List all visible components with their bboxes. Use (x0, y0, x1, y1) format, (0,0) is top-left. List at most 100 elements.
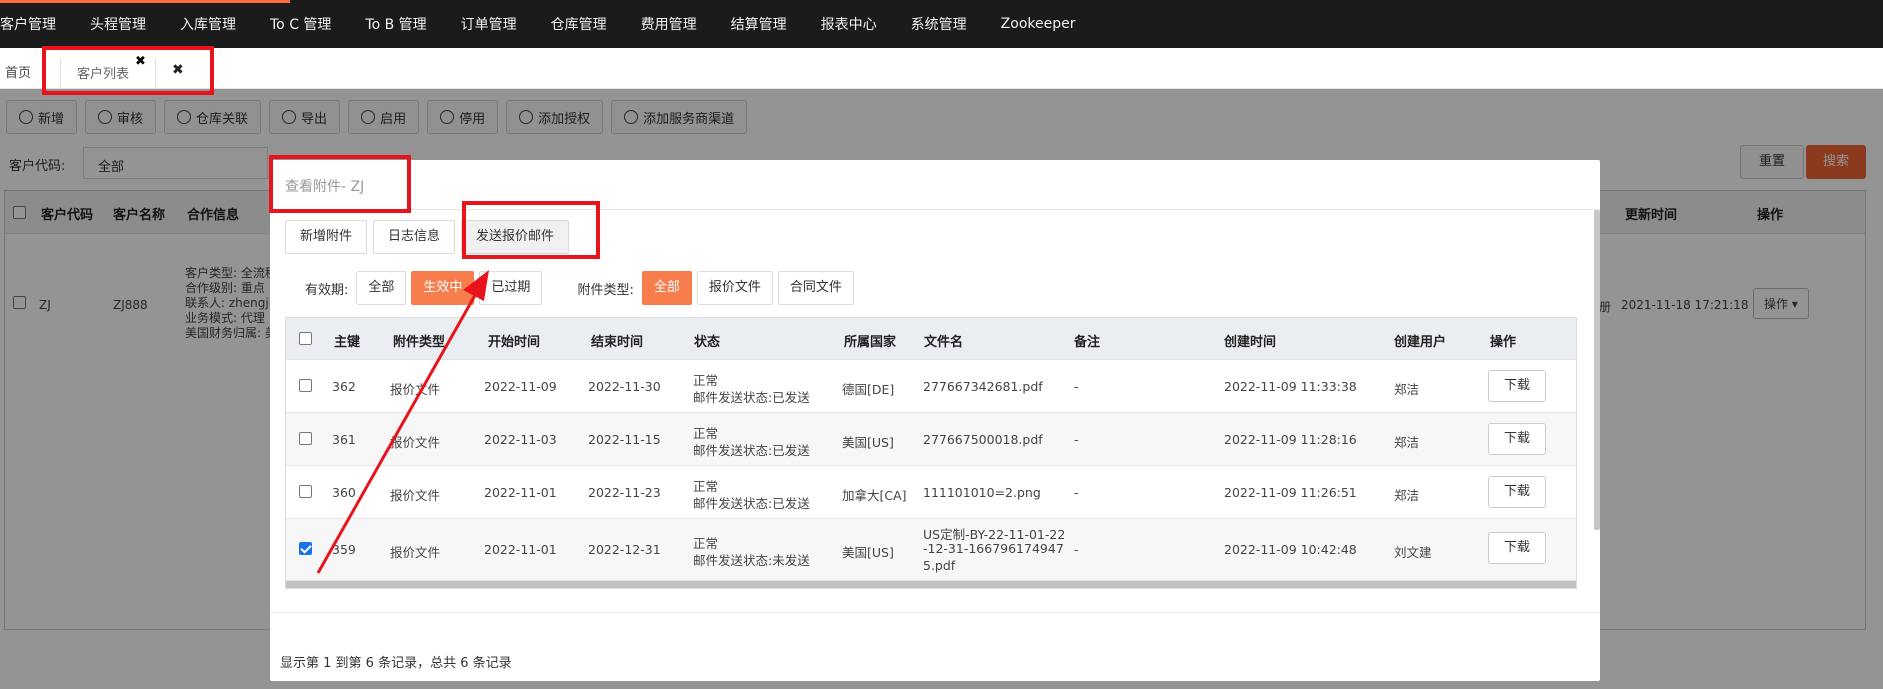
cell-type: 报价文件 (390, 382, 441, 397)
attachment-type-label: 附件类型: (577, 282, 634, 298)
page-tab-bar: 首页 客户列表 ✖ ✖ (0, 48, 1883, 89)
cell-remark: - (1074, 432, 1079, 447)
cell-end: 2022-11-23 (588, 485, 661, 500)
nav-item-first-leg[interactable]: 头程管理 (73, 14, 163, 34)
cell-email-status: 邮件发送状态:已发送 (693, 496, 810, 511)
cell-end: 2022-11-30 (588, 379, 661, 394)
cell-email-status: 邮件发送状态:已发送 (693, 443, 810, 458)
header-created-user: 创建用户 (1394, 335, 1447, 350)
header-file-name: 文件名 (924, 335, 964, 350)
header-id: 主键 (334, 335, 361, 350)
cell-file-name-line3: 5.pdf (923, 558, 956, 573)
validity-label: 有效期: (305, 282, 349, 298)
attachment-filters: 有效期: 全部 生效中 已过期 附件类型: 全部 报价文件 合同文件 (285, 270, 859, 306)
cell-start: 2022-11-03 (484, 432, 557, 447)
header-end-time: 结束时间 (591, 335, 644, 350)
select-all-checkbox[interactable] (299, 332, 312, 345)
table-row: 362 报价文件 2022-11-09 2022-11-30 正常 邮件发送状态… (286, 360, 1576, 413)
type-contract-file-button[interactable]: 合同文件 (777, 271, 854, 305)
cell-remark: - (1074, 485, 1079, 500)
cell-remark: - (1074, 542, 1079, 557)
cell-country: 德国[DE] (842, 382, 895, 397)
nav-item-tob[interactable]: To B 管理 (348, 14, 443, 34)
annotation-box-title (269, 155, 411, 213)
download-button[interactable]: 下载 (1488, 370, 1546, 402)
horizontal-scrollbar[interactable] (286, 581, 1576, 588)
cell-start: 2022-11-01 (484, 542, 557, 557)
annotation-box-tab (42, 46, 214, 95)
cell-id: 359 (332, 542, 356, 557)
nav-item-inbound[interactable]: 入库管理 (163, 14, 253, 34)
row-checkbox-checked[interactable] (299, 542, 312, 555)
validity-expired-button[interactable]: 已过期 (479, 271, 543, 305)
cell-remark: - (1074, 379, 1079, 394)
nav-item-warehouse[interactable]: 仓库管理 (534, 14, 624, 34)
cell-email-status: 邮件发送状态:已发送 (693, 390, 810, 405)
cell-file-name: 111101010=2.png (923, 485, 1041, 500)
top-navigation: 客户管理 头程管理 入库管理 To C 管理 To B 管理 订单管理 仓库管理… (0, 0, 1883, 48)
validity-active-button[interactable]: 生效中 (411, 271, 475, 305)
cell-start: 2022-11-09 (484, 379, 557, 394)
cell-created: 2022-11-09 11:33:38 (1224, 379, 1357, 394)
cell-type: 报价文件 (390, 435, 441, 450)
modal-footer-divider (270, 612, 1600, 613)
header-operation: 操作 (1490, 335, 1517, 350)
cell-country: 美国[US] (842, 545, 894, 560)
table-row: 359 报价文件 2022-11-01 2022-12-31 正常 邮件发送状态… (286, 519, 1576, 581)
cell-country: 美国[US] (842, 435, 894, 450)
nav-item-system[interactable]: 系统管理 (894, 14, 984, 34)
cell-file-name: 277667500018.pdf (923, 432, 1043, 447)
cell-id: 360 (332, 485, 356, 500)
cell-country: 加拿大[CA] (842, 488, 907, 503)
tab-home[interactable]: 首页 (5, 62, 31, 81)
header-start-time: 开始时间 (488, 335, 541, 350)
nav-item-zookeeper[interactable]: Zookeeper (984, 16, 1093, 32)
nav-item-orders[interactable]: 订单管理 (444, 14, 534, 34)
nav-item-settlement[interactable]: 结算管理 (714, 14, 804, 34)
cell-user: 刘文建 (1394, 545, 1432, 560)
annotation-box-send-email (462, 201, 600, 259)
header-country: 所属国家 (844, 335, 897, 350)
cell-created: 2022-11-09 11:26:51 (1224, 485, 1357, 500)
tab-log-info[interactable]: 日志信息 (373, 220, 456, 254)
header-remark: 备注 (1074, 335, 1101, 350)
row-checkbox[interactable] (299, 432, 312, 445)
cell-type: 报价文件 (390, 488, 441, 503)
download-button[interactable]: 下载 (1488, 423, 1546, 455)
table-row: 360 报价文件 2022-11-01 2022-11-23 正常 邮件发送状态… (286, 466, 1576, 519)
tab-add-attachment[interactable]: 新增附件 (285, 220, 368, 254)
row-checkbox[interactable] (299, 485, 312, 498)
attachments-table-header: 主键 附件类型 开始时间 结束时间 状态 所属国家 文件名 备注 创建时间 创建… (286, 318, 1576, 360)
cell-created: 2022-11-09 11:28:16 (1224, 432, 1357, 447)
table-row: 361 报价文件 2022-11-03 2022-11-15 正常 邮件发送状态… (286, 413, 1576, 466)
cell-email-status: 邮件发送状态:未发送 (693, 553, 810, 568)
validity-all-button[interactable]: 全部 (356, 271, 407, 305)
row-checkbox[interactable] (299, 379, 312, 392)
header-attachment-type: 附件类型 (393, 335, 446, 350)
cell-end: 2022-12-31 (588, 542, 661, 557)
cell-file-name-line2: -12-31-166796174947 (923, 541, 1064, 556)
cell-id: 362 (332, 379, 356, 394)
download-button[interactable]: 下载 (1488, 532, 1546, 564)
cell-created: 2022-11-09 10:42:48 (1224, 542, 1357, 557)
nav-accent-bar (0, 0, 290, 3)
cell-start: 2022-11-01 (484, 485, 557, 500)
nav-item-toc[interactable]: To C 管理 (253, 14, 348, 34)
cell-id: 361 (332, 432, 356, 447)
nav-item-reports[interactable]: 报表中心 (804, 14, 894, 34)
cell-user: 郑洁 (1394, 382, 1420, 397)
cell-type: 报价文件 (390, 545, 441, 560)
cell-file-name: 277667342681.pdf (923, 379, 1043, 394)
type-all-button[interactable]: 全部 (641, 271, 692, 305)
nav-item-customer[interactable]: 客户管理 (0, 14, 73, 34)
header-status: 状态 (694, 335, 721, 350)
nav-item-fees[interactable]: 费用管理 (624, 14, 714, 34)
vertical-scrollbar[interactable] (1594, 210, 1600, 530)
cell-end: 2022-11-15 (588, 432, 661, 447)
pagination-summary: 显示第 1 到第 6 条记录，总共 6 条记录 (280, 656, 512, 671)
header-created-time: 创建时间 (1224, 335, 1277, 350)
cell-user: 郑洁 (1394, 435, 1420, 450)
cell-user: 郑洁 (1394, 488, 1420, 503)
download-button[interactable]: 下载 (1488, 476, 1546, 508)
type-quote-file-button[interactable]: 报价文件 (696, 271, 773, 305)
